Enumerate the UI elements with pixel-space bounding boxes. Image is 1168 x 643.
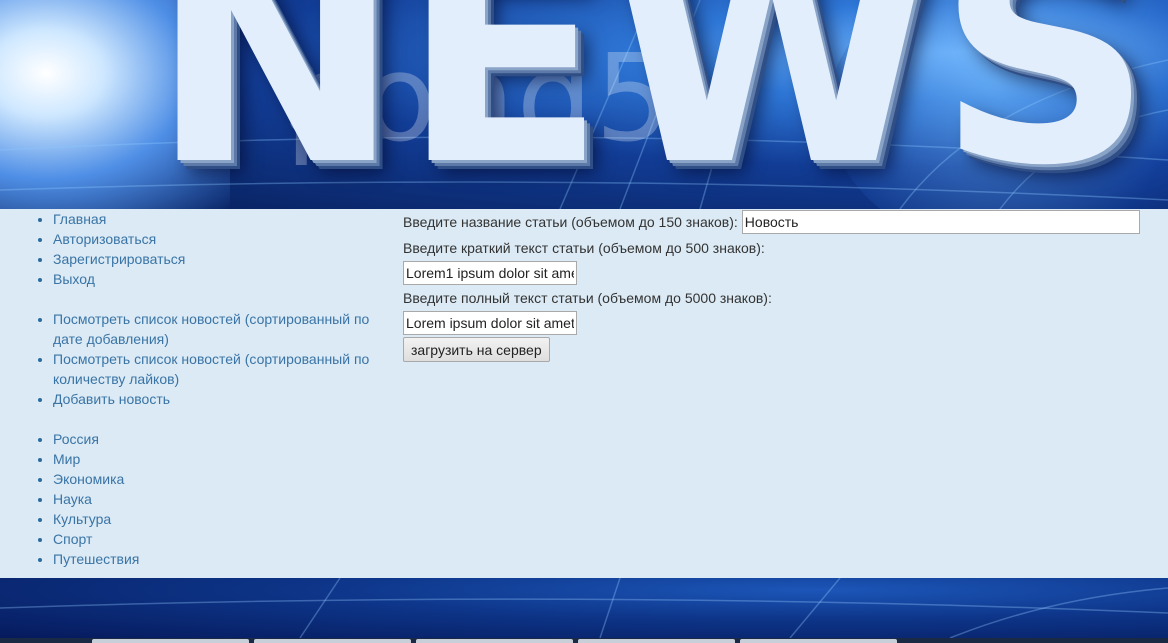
taskbar-button[interactable] xyxy=(740,639,897,643)
headline-letter: W xyxy=(606,0,937,209)
full-text-label: Введите полный текст статьи (объемом до … xyxy=(403,290,772,306)
nav-link-category[interactable]: Спорт xyxy=(53,531,92,547)
nav-item: Россия xyxy=(53,429,390,449)
nav-link-category[interactable]: Культура xyxy=(53,511,111,527)
nav-link-category[interactable]: Россия xyxy=(53,431,99,447)
nav-item: Посмотреть список новостей (сортированны… xyxy=(53,349,390,389)
upload-to-server-button[interactable]: загрузить на сервер xyxy=(403,337,550,362)
nav-item: Выход xyxy=(53,269,390,289)
nav-item: Наука xyxy=(53,489,390,509)
nav-item: Мир xyxy=(53,449,390,469)
nav-link-register[interactable]: Зарегистрироваться xyxy=(53,251,185,267)
nav-item: Добавить новость xyxy=(53,389,390,409)
headline-letter: S xyxy=(936,0,1154,209)
taskbar-button[interactable] xyxy=(578,639,735,643)
nav-link-login[interactable]: Авторизоваться xyxy=(53,231,156,247)
nav-link-news-by-likes[interactable]: Посмотреть список новостей (сортированны… xyxy=(53,351,369,387)
title-input[interactable] xyxy=(741,210,1140,234)
nav-link-add-news[interactable]: Добавить новость xyxy=(53,391,170,407)
nav-item: Посмотреть список новостей (сортированны… xyxy=(53,309,390,349)
footer-grid-lines xyxy=(0,578,1168,638)
taskbar-button[interactable] xyxy=(254,639,411,643)
nav-item: Зарегистрироваться xyxy=(53,249,390,269)
nav-group-news: Посмотреть список новостей (сортированны… xyxy=(0,309,390,409)
add-article-form: Введите название статьи (объемом до 150 … xyxy=(403,209,1153,362)
nav-link-category[interactable]: Наука xyxy=(53,491,92,507)
nav-group-categories: Россия Мир Экономика Наука Культура Спор… xyxy=(0,429,390,569)
os-taskbar xyxy=(0,638,1168,643)
nav-link-home[interactable]: Главная xyxy=(53,211,106,227)
headline-letter: E xyxy=(401,0,607,209)
news-header-banner: pond5 N E W S xyxy=(0,0,1168,209)
taskbar-button[interactable] xyxy=(92,639,249,643)
nav-item: Экономика xyxy=(53,469,390,489)
nav-item: Авторизоваться xyxy=(53,229,390,249)
full-text-input[interactable] xyxy=(403,311,577,335)
nav-link-category[interactable]: Мир xyxy=(53,451,80,467)
headline-letter: N xyxy=(150,0,402,209)
nav-group-main: Главная Авторизоваться Зарегистрироватьс… xyxy=(0,209,390,289)
nav-item: Путешествия xyxy=(53,549,390,569)
nav-link-logout[interactable]: Выход xyxy=(53,271,95,287)
side-navigation: Главная Авторизоваться Зарегистрироватьс… xyxy=(0,209,390,589)
nav-item: Главная xyxy=(53,209,390,229)
nav-link-category[interactable]: Экономика xyxy=(53,471,124,487)
nav-link-category[interactable]: Путешествия xyxy=(53,551,139,567)
nav-link-news-by-date[interactable]: Посмотреть список новостей (сортированны… xyxy=(53,311,369,347)
news-headline: N E W S xyxy=(150,0,1153,209)
title-label: Введите название статьи (объемом до 150 … xyxy=(403,214,738,230)
footer-banner xyxy=(0,578,1168,638)
short-text-label: Введите краткий текст статьи (объемом до… xyxy=(403,240,765,256)
title-row: Введите название статьи (объемом до 150 … xyxy=(403,209,1153,235)
nav-item: Культура xyxy=(53,509,390,529)
short-text-input[interactable] xyxy=(403,261,577,285)
taskbar-button[interactable] xyxy=(416,639,573,643)
nav-item: Спорт xyxy=(53,529,390,549)
